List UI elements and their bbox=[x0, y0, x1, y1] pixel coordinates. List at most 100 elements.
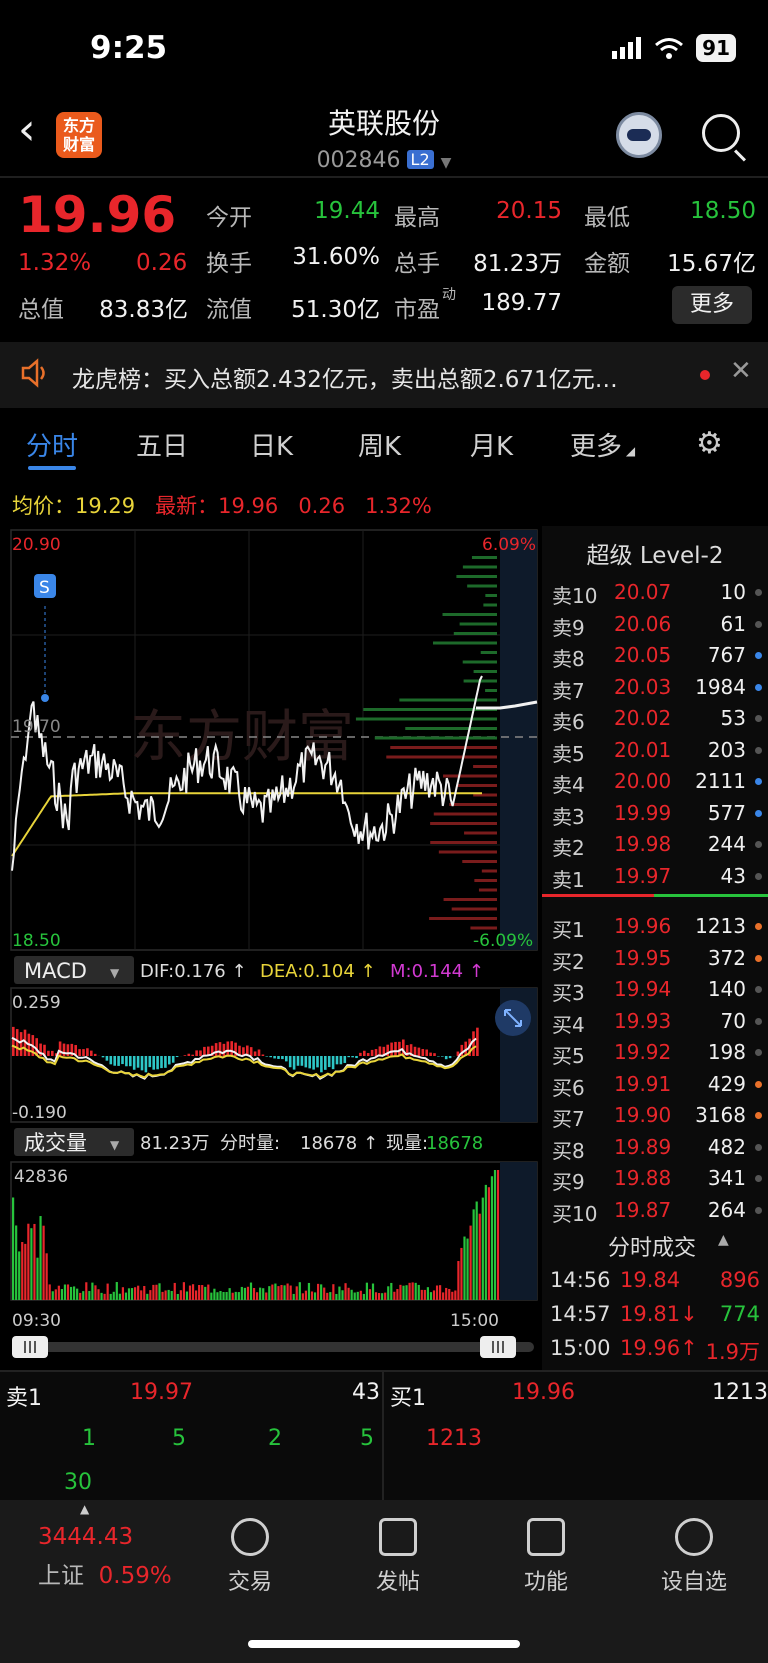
volume-bar bbox=[127, 1288, 131, 1300]
ask-row[interactable]: 卖9 20.06 61 bbox=[542, 610, 768, 641]
sell-marker-label: S bbox=[39, 578, 50, 598]
macd-bar bbox=[19, 1032, 23, 1056]
volume-bar bbox=[201, 1285, 204, 1300]
ob-indicator-dot bbox=[755, 954, 762, 962]
macd-bar bbox=[156, 1056, 159, 1070]
bid-row[interactable]: 买1 19.96 1213 bbox=[542, 912, 768, 943]
bid-row[interactable]: 买8 19.89 482 bbox=[542, 1133, 768, 1164]
macd-bar bbox=[160, 1056, 163, 1069]
bid-row[interactable]: 买7 19.90 3168 bbox=[542, 1101, 768, 1132]
volume-bar bbox=[204, 1286, 207, 1300]
quote-label: 总值 bbox=[18, 297, 64, 323]
quote-value: 189.77 bbox=[481, 290, 562, 316]
volume-bar bbox=[54, 1289, 57, 1300]
latest-value: 19.96 bbox=[218, 494, 279, 518]
macd-bar bbox=[320, 1056, 323, 1073]
tab-five-day[interactable]: 五日 bbox=[136, 426, 188, 463]
bottom-nav: ▲ 3444.43 上证 0.59% 交易 发帖 功能 设自选 bbox=[0, 1500, 768, 1663]
gear-icon[interactable]: ⚙ bbox=[696, 426, 723, 461]
chevron-down-icon: ▼ bbox=[110, 966, 120, 980]
volume-bar bbox=[94, 1285, 97, 1300]
divider bbox=[0, 1370, 768, 1372]
robot-assistant-icon[interactable] bbox=[616, 112, 662, 158]
volume-bar bbox=[118, 1293, 121, 1300]
volume-bar bbox=[362, 1293, 365, 1300]
nav-watchlist[interactable]: 设自选 bbox=[644, 1518, 744, 1596]
volume-bar bbox=[457, 1261, 460, 1300]
volume-bar bbox=[478, 1213, 481, 1300]
ask-row[interactable]: 卖8 20.05 767 bbox=[542, 641, 768, 672]
tab-daily-k[interactable]: 日K bbox=[250, 426, 293, 463]
ask-row[interactable]: 卖5 20.01 203 bbox=[542, 736, 768, 767]
macd-bar bbox=[448, 1056, 452, 1059]
trades-header[interactable]: 分时成交 ▲ bbox=[542, 1226, 768, 1261]
volume-bar bbox=[304, 1290, 307, 1300]
ob-indicator-dot bbox=[755, 683, 762, 691]
ob-price: 19.96 bbox=[614, 914, 672, 938]
ob-label: 买10 bbox=[552, 1201, 598, 1226]
tab-weekly-k[interactable]: 周K bbox=[358, 426, 401, 463]
nav-functions[interactable]: 功能 bbox=[496, 1518, 596, 1596]
ob-label: 买9 bbox=[552, 1170, 585, 1194]
close-icon[interactable]: ✕ bbox=[730, 356, 752, 386]
ob-indicator-dot bbox=[755, 809, 762, 817]
intraday-chart[interactable]: 东方财富 S 20.90 18.50 19.70 6.09% -6.09% MA… bbox=[10, 526, 540, 1366]
volume-bar bbox=[191, 1284, 195, 1300]
bid-row[interactable]: 买2 19.95 372 bbox=[542, 944, 768, 975]
bid-row[interactable]: 买9 19.88 341 bbox=[542, 1164, 768, 1195]
avg-label: 均价： bbox=[12, 494, 75, 518]
depth-bar bbox=[473, 765, 497, 768]
ob-price: 20.06 bbox=[614, 611, 672, 636]
volume-bar bbox=[210, 1292, 213, 1300]
ob-label: 买4 bbox=[552, 1012, 585, 1037]
announcement-bar[interactable]: 龙虎榜：买入总额2.432亿元，卖出总额2.671亿元… ✕ bbox=[0, 342, 768, 408]
volume-bar bbox=[240, 1286, 243, 1300]
volume-bar bbox=[155, 1284, 158, 1300]
ask-row[interactable]: 卖7 20.03 1984 bbox=[542, 673, 768, 704]
ask-row[interactable]: 卖1 19.97 43 bbox=[542, 862, 768, 893]
tab-fenshi[interactable]: 分时 bbox=[26, 426, 78, 463]
range-slider-track[interactable] bbox=[14, 1342, 534, 1352]
macd-bar bbox=[308, 1056, 311, 1069]
nav-post[interactable]: 发帖 bbox=[348, 1518, 448, 1596]
volume-bar bbox=[76, 1288, 79, 1300]
bid-row[interactable]: 买10 19.87 264 bbox=[542, 1196, 768, 1227]
volume-bar bbox=[45, 1253, 48, 1300]
ask-bid-divider-green bbox=[654, 894, 768, 897]
ask-row[interactable]: 卖10 20.07 10 bbox=[542, 578, 768, 609]
ask-row[interactable]: 卖4 20.00 2111 bbox=[542, 767, 768, 798]
volume-bar bbox=[140, 1290, 143, 1300]
search-icon[interactable] bbox=[702, 114, 740, 152]
volume-bar bbox=[219, 1290, 222, 1300]
volume-bar bbox=[472, 1209, 475, 1300]
chevron-down-icon: ▼ bbox=[110, 1138, 120, 1152]
macd-bar bbox=[331, 1056, 335, 1070]
bid-row[interactable]: 买6 19.91 429 bbox=[542, 1070, 768, 1101]
index-widget[interactable]: 3444.43 上证 0.59% bbox=[38, 1524, 172, 1590]
ask-row[interactable]: 卖6 20.02 53 bbox=[542, 704, 768, 735]
macd-bar bbox=[390, 1042, 393, 1056]
volume-bar bbox=[73, 1286, 76, 1300]
trade-time: 14:57 bbox=[550, 1302, 611, 1326]
more-button[interactable]: 更多 bbox=[672, 286, 752, 324]
ask-row[interactable]: 卖2 19.98 244 bbox=[542, 830, 768, 861]
depth-bar bbox=[462, 660, 497, 664]
volume-bar bbox=[149, 1290, 152, 1300]
tab-more[interactable]: 更多 ◢ bbox=[570, 426, 635, 463]
volume-bar bbox=[143, 1286, 146, 1300]
bid-row[interactable]: 买4 19.93 70 bbox=[542, 1007, 768, 1038]
fenshi-volume-label: 分时量: bbox=[220, 1133, 280, 1154]
volume-bar bbox=[378, 1293, 381, 1300]
ob-price: 19.87 bbox=[614, 1197, 672, 1222]
volume-bar bbox=[213, 1288, 216, 1300]
bid-row[interactable]: 买3 19.94 140 bbox=[542, 975, 768, 1006]
status-icons: 91 bbox=[612, 34, 736, 62]
volume-bar bbox=[109, 1293, 112, 1300]
macd-bar bbox=[347, 1056, 350, 1058]
bid-row[interactable]: 买5 19.92 198 bbox=[542, 1038, 768, 1069]
ask-row[interactable]: 卖3 19.99 577 bbox=[542, 799, 768, 830]
tab-monthly-k[interactable]: 月K bbox=[470, 426, 513, 463]
trade-time: 15:00 bbox=[550, 1336, 611, 1360]
volume-bar bbox=[295, 1286, 298, 1300]
nav-trade[interactable]: 交易 bbox=[200, 1518, 300, 1596]
